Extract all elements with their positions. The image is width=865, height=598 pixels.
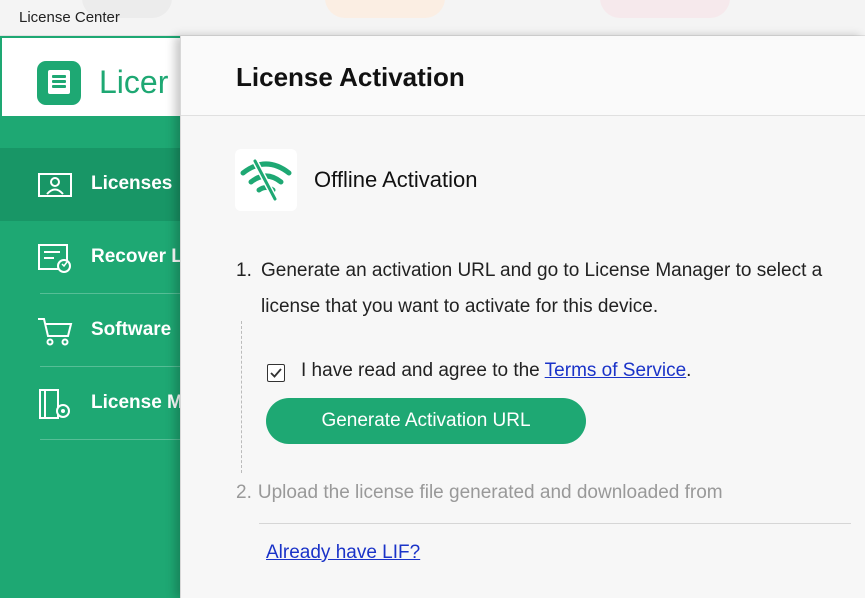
divider bbox=[259, 523, 851, 524]
activation-method-title: Offline Activation bbox=[314, 167, 478, 192]
sidebar-item-label: Recover L bbox=[91, 246, 183, 267]
terms-of-service-link[interactable]: Terms of Service bbox=[545, 360, 686, 381]
app-name: Licer bbox=[99, 64, 169, 100]
titlebar-decoration bbox=[600, 0, 730, 18]
generate-activation-url-button[interactable]: Generate Activation URL bbox=[266, 398, 586, 444]
sidebar-item-label: Licenses bbox=[91, 173, 173, 194]
sidebar-item-label: License M bbox=[91, 392, 183, 413]
step-2: 2. Upload the license file generated and … bbox=[236, 482, 723, 504]
step-text: Upload the license file generated and do… bbox=[257, 482, 723, 503]
sidebar-item-label: Software bbox=[91, 319, 172, 340]
agree-terms-text: I have read and agree to the Terms of Se… bbox=[301, 360, 691, 382]
sidebar-nav: Licenses Recover L Software License M bbox=[0, 148, 200, 440]
sidebar-item-licenses[interactable]: Licenses bbox=[0, 148, 200, 221]
panel-header: License Activation bbox=[181, 36, 865, 116]
step-text: Generate an activation URL and go to Lic… bbox=[261, 260, 823, 317]
sidebar-item-recover[interactable]: Recover L bbox=[0, 221, 200, 294]
wifi-off-icon bbox=[235, 149, 297, 211]
agree-terms-checkbox[interactable] bbox=[267, 364, 285, 382]
license-app-icon bbox=[37, 61, 81, 105]
window-titlebar: License Center bbox=[0, 0, 865, 36]
step-connector bbox=[241, 321, 242, 473]
window-title: License Center bbox=[19, 9, 120, 26]
agree-label: I have read and agree to the bbox=[301, 360, 545, 381]
license-settings-icon bbox=[39, 389, 70, 419]
agree-suffix: . bbox=[686, 360, 692, 381]
page-title: License Activation bbox=[236, 62, 465, 92]
license-activation-panel: License Activation Offline Activation 1.… bbox=[180, 36, 865, 598]
titlebar-decoration bbox=[325, 0, 445, 18]
id-card-icon bbox=[38, 173, 72, 197]
app-brand: Licer bbox=[0, 36, 200, 116]
already-have-lif-link[interactable]: Already have LIF? bbox=[266, 542, 420, 564]
step-number: 2. bbox=[236, 482, 252, 503]
sidebar-item-license-manager[interactable]: License M bbox=[0, 367, 200, 440]
step-number: 1. bbox=[236, 260, 252, 281]
checkmark-icon bbox=[270, 368, 282, 378]
sidebar-item-software[interactable]: Software bbox=[0, 294, 200, 367]
cart-icon bbox=[38, 318, 73, 346]
sidebar: Licer Licenses Recover L Software Licens… bbox=[0, 36, 200, 598]
recover-icon bbox=[38, 244, 71, 273]
